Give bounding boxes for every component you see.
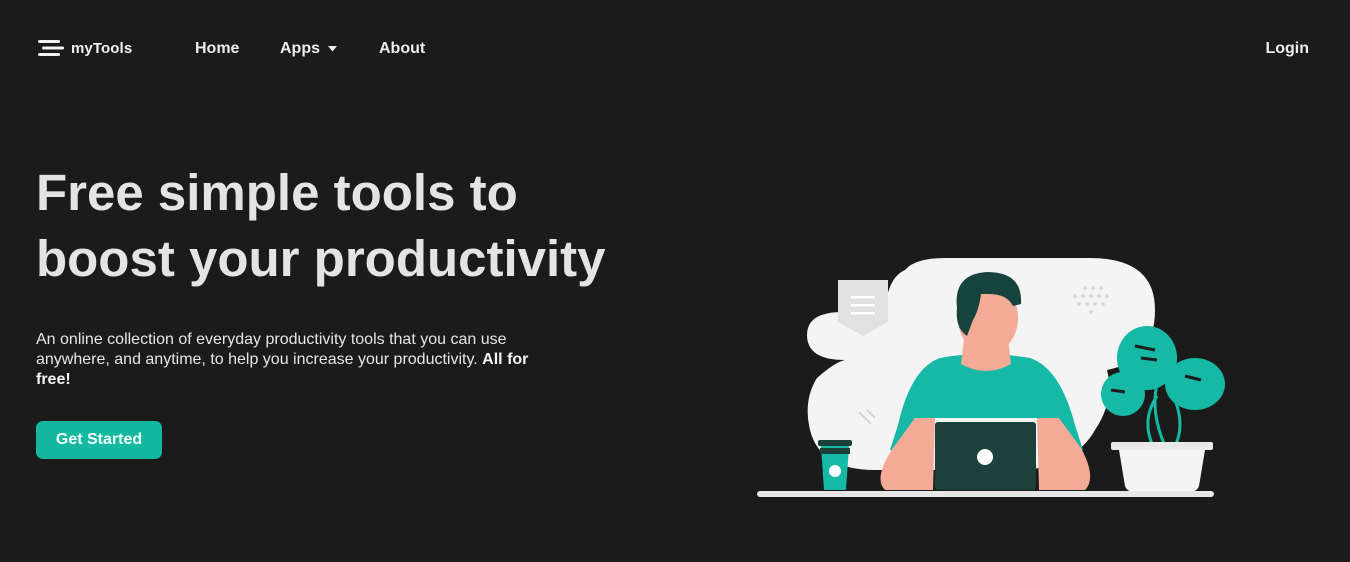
- hero-title-line-2: boost your productivity: [36, 230, 606, 287]
- nav-apps-dropdown[interactable]: Apps: [280, 39, 337, 59]
- nav-apps-label: Apps: [280, 40, 320, 57]
- login-link[interactable]: Login: [1265, 39, 1309, 59]
- hero-title: Free simple tools to boost your producti…: [36, 160, 676, 292]
- person-at-laptop-illustration: [757, 258, 1225, 497]
- caret-down-icon: [328, 46, 337, 52]
- page: myTools Home Apps About Login Free simpl…: [0, 0, 1350, 562]
- nav-home-link[interactable]: Home: [195, 39, 239, 59]
- hero-description-text: An online collection of everyday product…: [36, 331, 507, 368]
- hero-description: An online collection of everyday product…: [36, 330, 536, 390]
- hamburger-menu-icon: [38, 40, 64, 56]
- brand-link[interactable]: myTools: [38, 38, 132, 58]
- navbar: myTools Home Apps About Login: [0, 0, 1350, 96]
- desk: [757, 491, 1214, 497]
- nav-about-link[interactable]: About: [379, 39, 425, 59]
- potted-plant-icon: [1101, 326, 1225, 492]
- coffee-cup-icon: [818, 440, 852, 490]
- get-started-button[interactable]: Get Started: [36, 421, 162, 459]
- hero-title-line-1: Free simple tools to: [36, 164, 518, 221]
- brand-name: myTools: [71, 39, 133, 57]
